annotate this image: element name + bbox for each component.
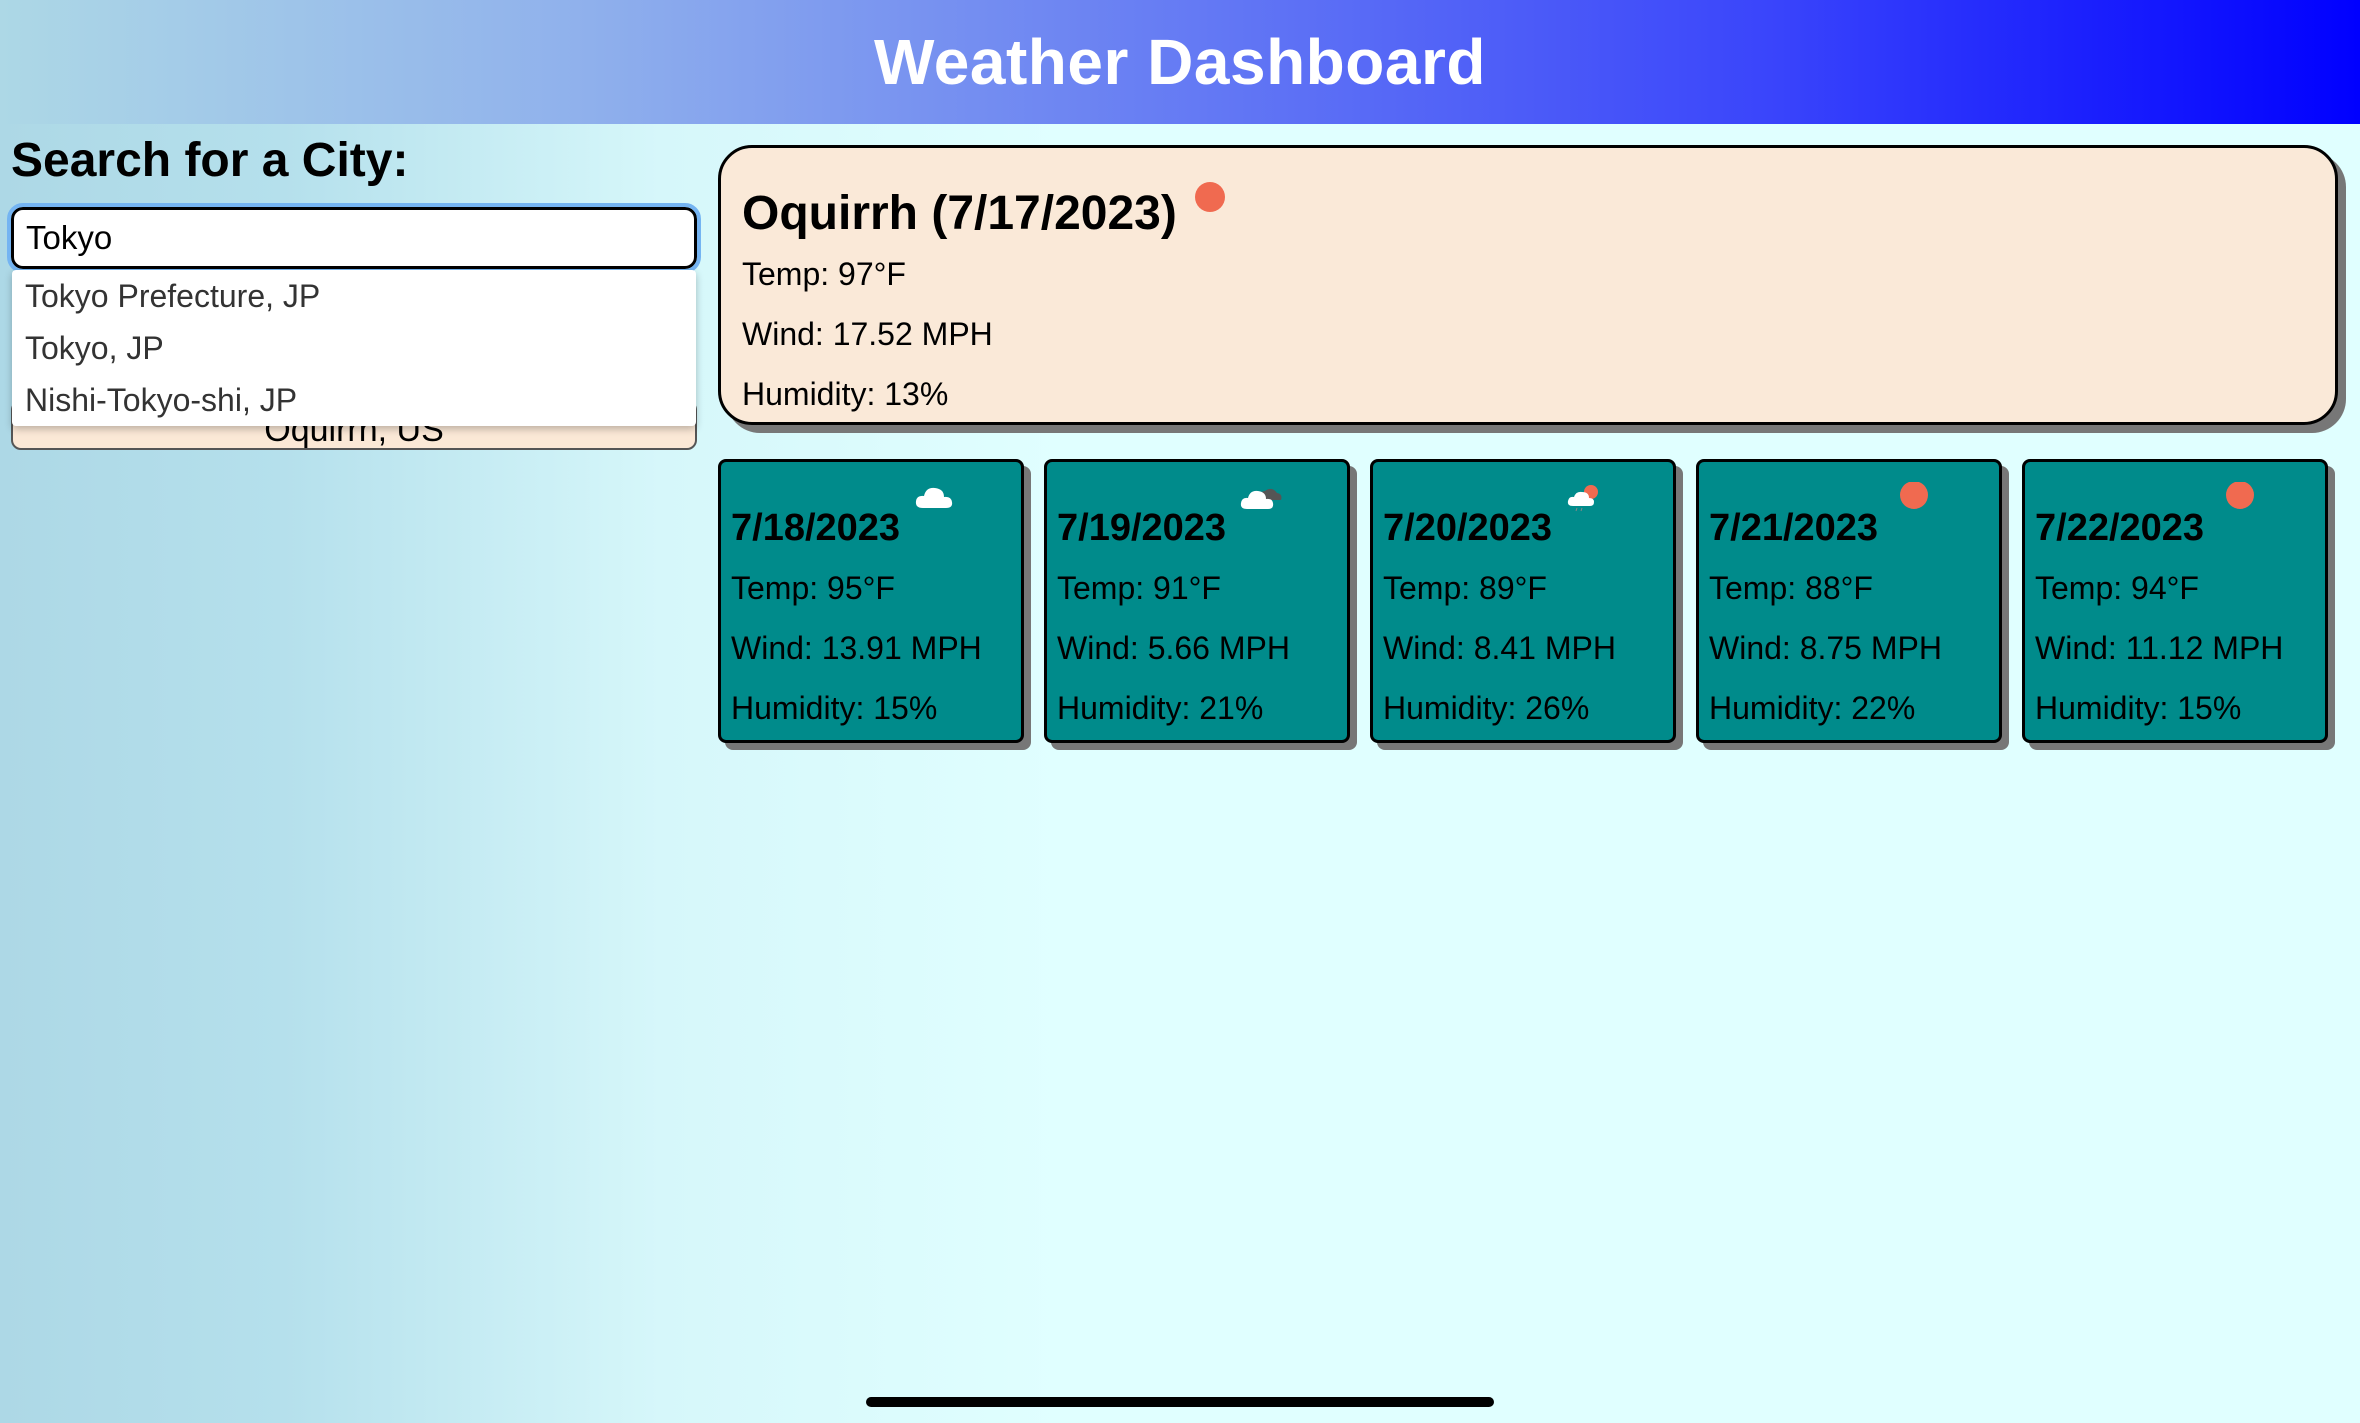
forecast-card: 7/18/2023 Temp: 95°F Wind: 13.91 MPH Hum… [718, 459, 1024, 743]
autocomplete-list: Tokyo Prefecture, JP Tokyo, JP Nishi-Tok… [12, 270, 696, 426]
forecast-date: 7/21/2023 [1709, 507, 1879, 549]
forecast-row: 7/18/2023 Temp: 95°F Wind: 13.91 MPH Hum… [718, 459, 2338, 743]
forecast-wind: Wind: 8.41 MPH [1383, 630, 1616, 666]
home-indicator[interactable] [866, 1397, 1494, 1407]
current-weather-card: Oquirrh (7/17/2023) Temp: 97°F Wind: 17.… [718, 145, 2338, 425]
forecast-humidity: Humidity: 26% [1383, 690, 1590, 726]
current-city-heading: Oquirrh (7/17/2023) [742, 182, 2335, 244]
forecast-humidity: Humidity: 15% [2035, 690, 2242, 726]
sun-icon [1194, 182, 1225, 212]
forecast-date: 7/22/2023 [2035, 507, 2205, 549]
forecast-humidity: Humidity: 15% [731, 690, 938, 726]
forecast-date: 7/18/2023 [731, 507, 901, 549]
forecast-card: 7/20/2023 Temp: 89°F Wind: 8.41 MPH Humi… [1370, 459, 1676, 743]
forecast-temp: Temp: 91°F [1057, 570, 1221, 606]
current-wind: Wind: 17.52 MPH [742, 316, 993, 352]
forecast-date-row: 7/19/2023 [1057, 488, 1347, 558]
forecast-wind: Wind: 11.12 MPH [2035, 630, 2284, 666]
forecast-temp: Temp: 88°F [1709, 570, 1873, 606]
forecast-date-row: 7/21/2023 [1709, 482, 1999, 558]
page-header: Weather Dashboard [0, 0, 2360, 124]
forecast-date: 7/19/2023 [1057, 507, 1227, 549]
page-title: Weather Dashboard [874, 26, 1486, 98]
cloudy-icon [1240, 488, 1282, 509]
forecast-card: 7/21/2023 Temp: 88°F Wind: 8.75 MPH Humi… [1696, 459, 2002, 743]
forecast-humidity: Humidity: 22% [1709, 690, 1916, 726]
autocomplete-item[interactable]: Tokyo Prefecture, JP [12, 270, 696, 322]
forecast-date-row: 7/22/2023 [2035, 482, 2325, 558]
search-title: Search for a City: [11, 134, 409, 187]
forecast-humidity: Humidity: 21% [1057, 690, 1264, 726]
cloud-icon [915, 487, 953, 508]
forecast-wind: Wind: 5.66 MPH [1057, 630, 1290, 666]
sun-icon [1900, 482, 1928, 509]
forecast-wind: Wind: 13.91 MPH [731, 630, 982, 666]
forecast-temp: Temp: 94°F [2035, 570, 2199, 606]
forecast-card: 7/22/2023 Temp: 94°F Wind: 11.12 MPH Hum… [2022, 459, 2328, 743]
city-search-input[interactable] [7, 203, 701, 273]
current-city-date: Oquirrh (7/17/2023) [742, 187, 1177, 240]
partly-cloudy-icon [1567, 485, 1598, 512]
forecast-date-row: 7/18/2023 [731, 487, 1021, 558]
current-temp: Temp: 97°F [742, 256, 906, 292]
forecast-temp: Temp: 95°F [731, 570, 895, 606]
autocomplete-item[interactable]: Tokyo, JP [12, 322, 696, 374]
forecast-date: 7/20/2023 [1383, 507, 1553, 549]
forecast-wind: Wind: 8.75 MPH [1709, 630, 1942, 666]
current-humidity: Humidity: 13% [742, 376, 949, 412]
forecast-temp: Temp: 89°F [1383, 570, 1547, 606]
forecast-card: 7/19/2023 Temp: 91°F Wind: 5.66 MPH Humi… [1044, 459, 1350, 743]
forecast-date-row: 7/20/2023 [1383, 485, 1673, 558]
sun-icon [2226, 482, 2254, 509]
autocomplete-item[interactable]: Nishi-Tokyo-shi, JP [12, 374, 696, 426]
